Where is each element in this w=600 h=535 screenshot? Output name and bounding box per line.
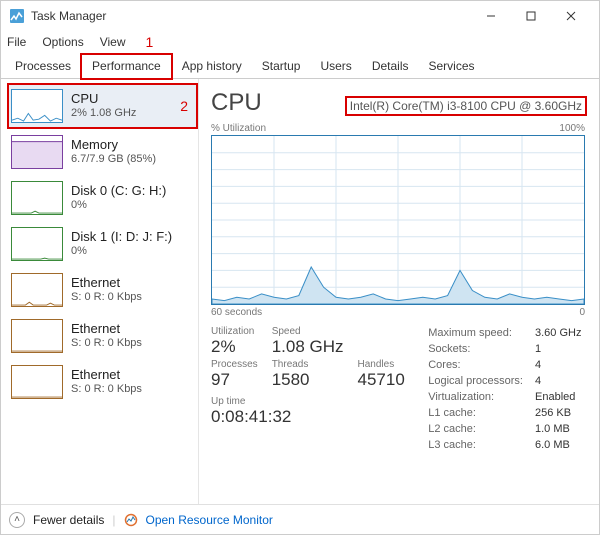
tab-users[interactable]: Users <box>310 55 361 78</box>
sidebar-item-memory[interactable]: Memory 6.7/7.9 GB (85%) <box>7 129 198 175</box>
sidebar-item-sub: 6.7/7.9 GB (85%) <box>71 153 156 167</box>
tab-processes[interactable]: Processes <box>5 55 81 78</box>
tab-services[interactable]: Services <box>419 55 485 78</box>
resource-monitor-icon <box>124 513 138 527</box>
stat-processes-label: Processes <box>211 359 258 370</box>
disk-thumb <box>11 181 63 215</box>
fact-label: L2 cache: <box>428 422 476 438</box>
sidebar-item-sub: S: 0 R: 0 Kbps <box>71 337 142 351</box>
titlebar: Task Manager <box>1 1 599 31</box>
ethernet-thumb <box>11 319 63 353</box>
chevron-up-icon[interactable]: ˄ <box>9 512 25 528</box>
stat-threads-value: 1580 <box>272 370 344 390</box>
sidebar-item-sub: S: 0 R: 0 Kbps <box>71 291 142 305</box>
graph-y-label: % Utilization <box>211 123 266 134</box>
sidebar-item-sub: 0% <box>71 245 172 259</box>
sidebar-item-label: Memory <box>71 137 156 153</box>
fact-label: Maximum speed: <box>428 326 512 342</box>
fact-label: Cores: <box>428 358 460 374</box>
fact-value: 256 KB <box>535 406 585 422</box>
tab-startup[interactable]: Startup <box>252 55 311 78</box>
fact-label: L3 cache: <box>428 438 476 454</box>
menu-bar: File Options View 1 <box>1 31 599 53</box>
stat-uptime-label: Up time <box>211 396 405 407</box>
stat-speed-label: Speed <box>272 326 344 337</box>
fact-value: Enabled <box>535 390 585 406</box>
sidebar-item-cpu[interactable]: CPU 2% 1.08 GHz 2 <box>7 83 198 129</box>
open-resource-monitor-link[interactable]: Open Resource Monitor <box>146 513 273 527</box>
page-title: CPU <box>211 89 262 117</box>
menu-file[interactable]: File <box>7 35 26 49</box>
sidebar-item-label: Ethernet <box>71 321 142 337</box>
memory-thumb <box>11 135 63 169</box>
sidebar-item-sub: 0% <box>71 199 166 213</box>
cpu-facts: Maximum speed: 3.60 GHz Sockets: 1 Cores: 4… <box>428 326 585 454</box>
annotation-2: 2 <box>180 98 188 114</box>
utilization-graph[interactable] <box>211 135 585 305</box>
sidebar-item-label: Ethernet <box>71 275 142 291</box>
graph-x-right: 0 <box>579 307 585 318</box>
content: CPU 2% 1.08 GHz 2 Memory 6.7/7.9 GB (85%… <box>1 79 599 504</box>
tab-details[interactable]: Details <box>362 55 419 78</box>
minimize-button[interactable] <box>471 1 511 31</box>
sidebar-item-ethernet[interactable]: Ethernet S: 0 R: 0 Kbps <box>7 313 198 359</box>
stat-handles-label: Handles <box>358 359 405 370</box>
stat-utilization-value: 2% <box>211 337 258 357</box>
maximize-button[interactable] <box>511 1 551 31</box>
sidebar[interactable]: CPU 2% 1.08 GHz 2 Memory 6.7/7.9 GB (85%… <box>1 79 199 504</box>
fact-value: 1 <box>535 342 585 358</box>
fact-label: Logical processors: <box>428 374 523 390</box>
ethernet-thumb <box>11 365 63 399</box>
fact-label: Sockets: <box>428 342 470 358</box>
fact-value: 4 <box>535 358 585 374</box>
sidebar-item-label: Ethernet <box>71 367 142 383</box>
sidebar-item-ethernet[interactable]: Ethernet S: 0 R: 0 Kbps <box>7 359 198 405</box>
graph-x-left: 60 seconds <box>211 307 262 318</box>
fact-value: 4 <box>535 374 585 390</box>
stat-processes-value: 97 <box>211 370 258 390</box>
disk-thumb <box>11 227 63 261</box>
stat-utilization-label: Utilization <box>211 326 258 337</box>
fewer-details-link[interactable]: Fewer details <box>33 513 104 527</box>
sidebar-item-ethernet[interactable]: Ethernet S: 0 R: 0 Kbps <box>7 267 198 313</box>
fact-value: 1.0 MB <box>535 422 585 438</box>
stat-speed-value: 1.08 GHz <box>272 337 344 357</box>
sidebar-item-label: CPU <box>71 91 136 107</box>
close-button[interactable] <box>551 1 591 31</box>
fact-value: 6.0 MB <box>535 438 585 454</box>
app-icon <box>9 8 25 24</box>
graph-y-max: 100% <box>559 123 585 134</box>
tab-performance[interactable]: Performance <box>81 54 172 79</box>
sidebar-item-disk1[interactable]: Disk 1 (I: D: J: F:) 0% <box>7 221 198 267</box>
cpu-thumb <box>11 89 63 123</box>
annotation-1: 1 <box>146 34 154 50</box>
sidebar-item-label: Disk 1 (I: D: J: F:) <box>71 229 172 245</box>
footer: ˄ Fewer details | Open Resource Monitor <box>1 504 599 534</box>
tab-app-history[interactable]: App history <box>172 55 252 78</box>
sidebar-item-sub: 2% 1.08 GHz <box>71 107 136 121</box>
ethernet-thumb <box>11 273 63 307</box>
stat-uptime-value: 0:08:41:32 <box>211 407 405 427</box>
menu-options[interactable]: Options <box>42 35 83 49</box>
sidebar-item-label: Disk 0 (C: G: H:) <box>71 183 166 199</box>
fact-value: 3.60 GHz <box>535 326 585 342</box>
stat-threads-label: Threads <box>272 359 344 370</box>
stat-handles-value: 45710 <box>358 370 405 390</box>
window-title: Task Manager <box>31 9 106 23</box>
main-panel: CPU Intel(R) Core(TM) i3-8100 CPU @ 3.60… <box>199 79 599 504</box>
tab-bar: Processes Performance App history Startu… <box>1 53 599 79</box>
fact-label: Virtualization: <box>428 390 494 406</box>
fact-label: L1 cache: <box>428 406 476 422</box>
sidebar-item-sub: S: 0 R: 0 Kbps <box>71 383 142 397</box>
sidebar-item-disk0[interactable]: Disk 0 (C: G: H:) 0% <box>7 175 198 221</box>
task-manager-window: Task Manager File Options View 1 Process… <box>0 0 600 535</box>
cpu-model-name: Intel(R) Core(TM) i3-8100 CPU @ 3.60GHz <box>347 98 585 114</box>
menu-view[interactable]: View <box>100 35 126 49</box>
